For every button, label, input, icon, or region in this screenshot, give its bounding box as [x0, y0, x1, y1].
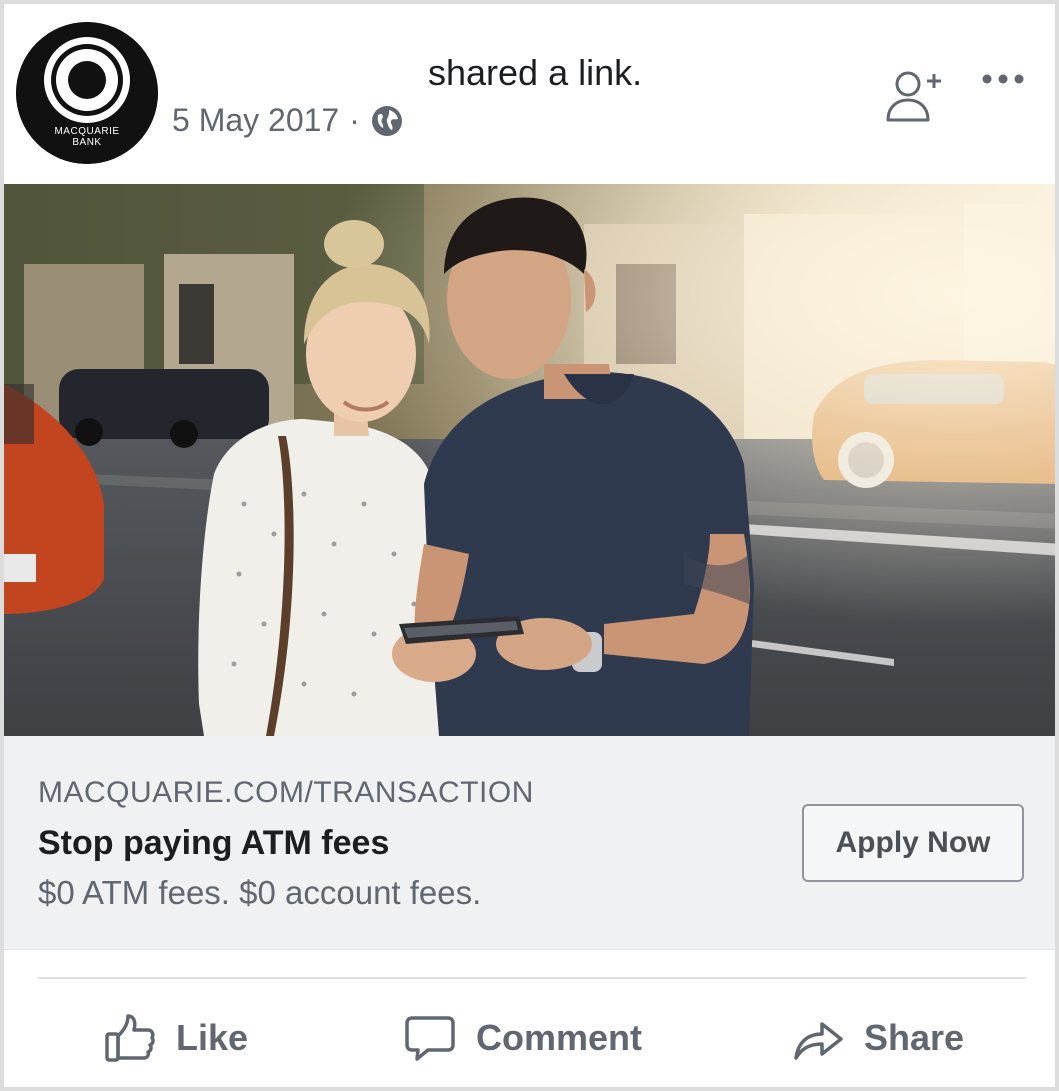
logo-text-line1: MACQUARIE — [54, 126, 120, 137]
link-image[interactable] — [4, 184, 1055, 736]
more-options-icon[interactable] — [980, 70, 1026, 88]
add-friend-icon[interactable] — [884, 66, 944, 128]
post-header: MACQUARIE BANK shared a link. 5 May 2017… — [4, 4, 1055, 184]
logo-text-line2: BANK — [72, 137, 102, 148]
like-button[interactable]: Like — [104, 1010, 248, 1066]
globe-icon — [370, 104, 404, 138]
action-divider — [38, 977, 1026, 979]
post-meta: 5 May 2017 · — [172, 102, 404, 139]
post-actions: Like Comment Share — [4, 994, 1055, 1084]
link-description: $0 ATM fees. $0 account fees. — [38, 874, 482, 911]
comment-label: Comment — [476, 1017, 643, 1058]
link-preview[interactable]: MACQUARIE.COM/TRANSACTION Stop paying AT… — [4, 736, 1055, 950]
link-domain: MACQUARIE.COM/TRANSACTION — [38, 776, 534, 809]
share-label: Share — [864, 1017, 965, 1058]
link-title[interactable]: Stop paying ATM fees — [38, 824, 389, 863]
like-label: Like — [176, 1017, 249, 1058]
post-action-text: shared a link. — [428, 52, 643, 93]
post-date[interactable]: 5 May 2017 — [172, 102, 339, 139]
apply-now-button[interactable]: Apply Now — [802, 804, 1024, 882]
page-avatar[interactable]: MACQUARIE BANK — [16, 22, 158, 164]
comment-button[interactable]: Comment — [404, 1010, 642, 1066]
share-arrow-icon — [794, 1022, 843, 1060]
post-card: MACQUARIE BANK shared a link. 5 May 2017… — [0, 0, 1059, 1091]
share-button[interactable]: Share — [792, 1010, 964, 1066]
thumbs-up-icon — [105, 1014, 155, 1062]
meta-separator: · — [349, 102, 360, 138]
speech-bubble-icon — [405, 1016, 455, 1061]
photo-couple-with-phone — [4, 184, 1055, 736]
